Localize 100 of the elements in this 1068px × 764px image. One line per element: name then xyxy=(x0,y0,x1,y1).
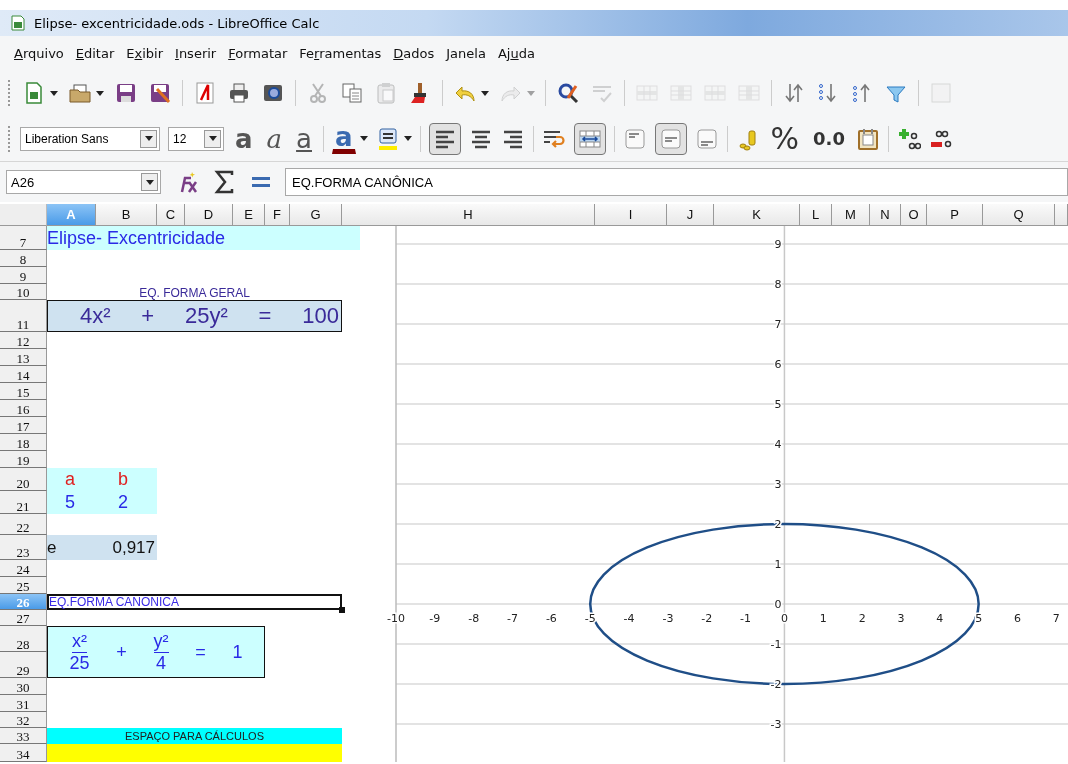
column-header[interactable]: C xyxy=(157,204,185,226)
row-header[interactable]: 19 xyxy=(0,451,47,468)
menu-item[interactable]: Formatar xyxy=(228,45,288,61)
name-box[interactable]: A26 xyxy=(6,170,161,194)
column-header[interactable]: N xyxy=(870,204,901,226)
column-header[interactable]: F xyxy=(265,204,290,226)
folder-icon[interactable] xyxy=(68,81,92,105)
column-header[interactable]: P xyxy=(927,204,983,226)
save-edit-icon[interactable] xyxy=(148,81,172,105)
row-header[interactable]: 21 xyxy=(0,491,47,514)
eccentricity-label: e xyxy=(47,537,57,558)
align-middle-toggle[interactable] xyxy=(654,122,687,155)
menu-item[interactable]: Exibir xyxy=(126,45,164,61)
row-header[interactable]: 20 xyxy=(0,468,47,491)
menu-item[interactable]: Dados xyxy=(393,45,435,61)
find-replace-icon[interactable] xyxy=(556,81,580,105)
row-header[interactable]: 11 xyxy=(0,300,47,332)
row-header[interactable]: 16 xyxy=(0,400,47,417)
font-name-field[interactable]: Liberation Sans xyxy=(20,126,160,151)
column-header[interactable]: Q xyxy=(983,204,1055,226)
row-header[interactable]: 8 xyxy=(0,250,47,267)
menu-item[interactable]: Editar xyxy=(75,45,115,61)
tick-label: -9 xyxy=(429,612,441,625)
column-header[interactable]: G xyxy=(290,204,342,226)
column-header[interactable]: H xyxy=(342,204,595,226)
fill-handle[interactable] xyxy=(339,607,345,613)
caret-icon[interactable] xyxy=(481,90,489,96)
align-top-icon[interactable] xyxy=(622,126,647,151)
section-label: ESPAÇO PARA CÁLCULOS xyxy=(47,728,342,744)
window-title: Elipse- excentricidade.ods - LibreOffice Calc xyxy=(34,15,320,31)
equation-term: 100 xyxy=(302,303,339,329)
dropdown-button[interactable] xyxy=(140,129,157,148)
row-header[interactable]: 23 xyxy=(0,535,47,560)
caret-icon[interactable] xyxy=(359,136,368,141)
pdf-icon[interactable] xyxy=(193,81,217,105)
formula-input[interactable]: EQ.FORMA CANÔNICA xyxy=(285,168,1068,196)
caret-icon[interactable] xyxy=(96,90,104,96)
menu-item[interactable]: Janela xyxy=(446,45,486,61)
row-header[interactable]: 12 xyxy=(0,332,47,349)
row-header[interactable]: 7 xyxy=(0,226,47,250)
align-left-toggle[interactable] xyxy=(428,122,461,155)
caret-icon[interactable] xyxy=(50,90,58,96)
bold-button[interactable]: a xyxy=(232,122,256,155)
add-decimal-icon[interactable] xyxy=(896,126,921,151)
row-header[interactable]: 15 xyxy=(0,383,47,400)
underline-button[interactable]: a xyxy=(293,122,315,155)
row-header[interactable]: 33 xyxy=(0,728,47,744)
row-header[interactable]: 14 xyxy=(0,366,47,383)
font-size-field[interactable]: 12 xyxy=(168,126,224,151)
align-bottom-icon[interactable] xyxy=(694,126,719,151)
merge-cells-toggle[interactable] xyxy=(573,122,606,155)
column-header[interactable]: E xyxy=(233,204,265,226)
row-header[interactable]: 24 xyxy=(0,560,47,577)
fraction-numerator: y² xyxy=(153,630,169,653)
save-icon[interactable] xyxy=(114,81,138,105)
tick-label: 1 xyxy=(819,612,827,625)
menu-item[interactable]: Ajuda xyxy=(497,45,535,61)
row-header[interactable]: 34 xyxy=(0,744,47,762)
row-header[interactable]: 22 xyxy=(0,514,47,535)
dropdown-button[interactable] xyxy=(204,129,221,148)
row-header[interactable]: 13 xyxy=(0,349,47,366)
calendar-icon[interactable] xyxy=(855,126,880,151)
active-cell[interactable]: EQ.FORMA CANONICA xyxy=(47,594,342,610)
column-header[interactable]: D xyxy=(185,204,233,226)
row-header[interactable]: 27 xyxy=(0,610,47,626)
column-header[interactable]: B xyxy=(96,204,157,226)
row-header[interactable]: 25 xyxy=(0,577,47,594)
font-color-button[interactable]: a xyxy=(332,123,356,154)
tick-label: -1 xyxy=(770,638,782,651)
italic-button[interactable]: a xyxy=(263,122,286,155)
caret-icon[interactable] xyxy=(403,136,412,141)
percent-button[interactable]: % xyxy=(767,122,803,155)
sort-arrows-icon[interactable] xyxy=(782,81,806,105)
row-header[interactable]: 9 xyxy=(0,267,47,284)
equation-result: 1 xyxy=(232,641,243,663)
menu-item[interactable]: Ferramentas xyxy=(299,45,382,61)
row-header[interactable]: 32 xyxy=(0,712,47,728)
row-header[interactable]: 10 xyxy=(0,284,47,300)
column-header[interactable]: O xyxy=(901,204,927,226)
menu-item[interactable]: Inserir xyxy=(175,45,217,61)
number-format-button[interactable]: 0.0 xyxy=(810,122,848,155)
column-header[interactable]: L xyxy=(800,204,832,226)
print-icon[interactable] xyxy=(227,81,251,105)
caret-icon xyxy=(208,136,217,141)
align-middle-icon xyxy=(658,126,683,151)
menu-item[interactable]: Arquivo xyxy=(14,45,64,61)
row-header[interactable]: 29 xyxy=(0,652,47,678)
row-header[interactable]: 28 xyxy=(0,626,47,652)
row-header[interactable]: 30 xyxy=(0,678,47,695)
column-header[interactable]: I xyxy=(595,204,667,226)
tick-label: 8 xyxy=(774,278,782,291)
row-header[interactable]: 18 xyxy=(0,434,47,451)
column-header[interactable] xyxy=(1055,204,1068,226)
column-header[interactable]: K xyxy=(714,204,800,226)
column-header[interactable]: J xyxy=(667,204,714,226)
row-header[interactable]: 17 xyxy=(0,417,47,434)
parameter-value: 2 xyxy=(117,492,129,513)
dropdown-button[interactable] xyxy=(141,173,158,191)
row-header[interactable]: 31 xyxy=(0,695,47,712)
column-header[interactable]: M xyxy=(832,204,870,226)
